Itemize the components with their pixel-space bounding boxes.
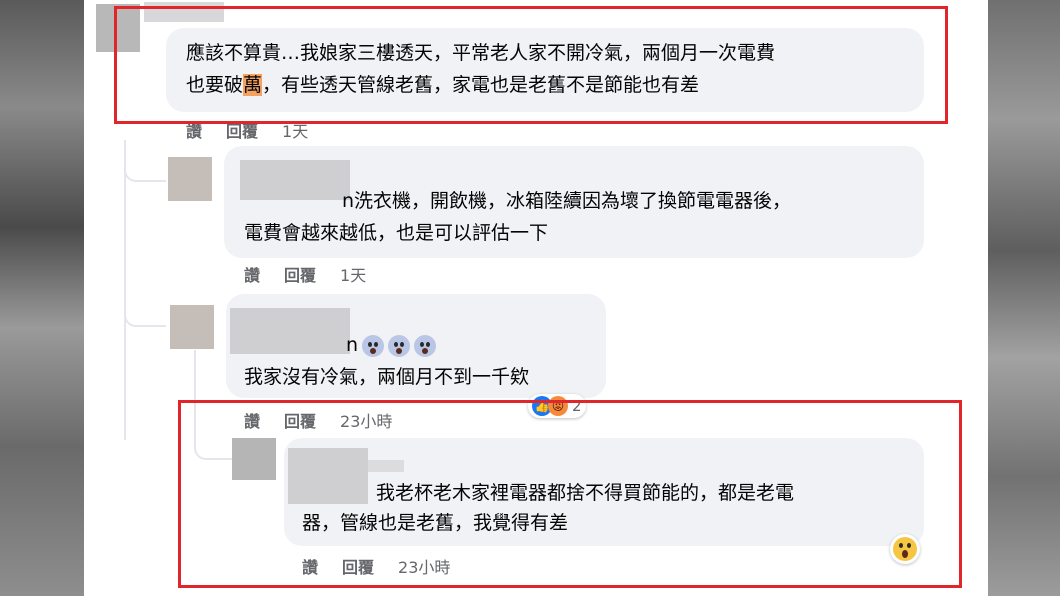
like-button[interactable]: 讚 xyxy=(186,122,202,141)
timestamp[interactable]: 1天 xyxy=(282,122,308,141)
name-tail: n xyxy=(342,190,355,212)
avatar[interactable] xyxy=(168,157,212,201)
reply-button[interactable]: 回覆 xyxy=(284,266,316,285)
timestamp[interactable]: 1天 xyxy=(340,266,366,285)
scream-emoji-icon xyxy=(362,334,385,357)
avatar[interactable] xyxy=(170,305,214,349)
name-tail: n xyxy=(346,334,359,356)
comment-text: 電費會越來越低，也是可以評估一下 xyxy=(244,222,549,244)
scream-emoji-icon xyxy=(388,334,411,357)
right-background-edge xyxy=(988,0,1060,596)
comment-text: 我家沒有冷氣，兩個月不到一千欸 xyxy=(244,366,530,388)
thread-connector xyxy=(124,285,166,327)
left-background-edge xyxy=(0,0,84,596)
comment-thread: 應該不算貴…我娘家三樓透天，平常老人家不開冷氣，兩個月一次電費 也要破萬，有些透… xyxy=(84,0,988,596)
blurred-name xyxy=(230,308,350,354)
thread-connector xyxy=(124,140,166,182)
blurred-name xyxy=(240,160,350,200)
scream-emoji-icon xyxy=(414,334,437,357)
comment-text: n洗衣機，開飲機，冰箱陸續因為壞了換節電電器後， xyxy=(342,190,792,212)
highlight-box xyxy=(178,400,962,588)
highlight-box xyxy=(114,6,948,124)
comment-header: n xyxy=(346,330,437,360)
like-button[interactable]: 讚 xyxy=(244,266,260,285)
comment-actions: 讚 回覆 1天 xyxy=(244,262,390,286)
reply-button[interactable]: 回覆 xyxy=(226,122,258,141)
